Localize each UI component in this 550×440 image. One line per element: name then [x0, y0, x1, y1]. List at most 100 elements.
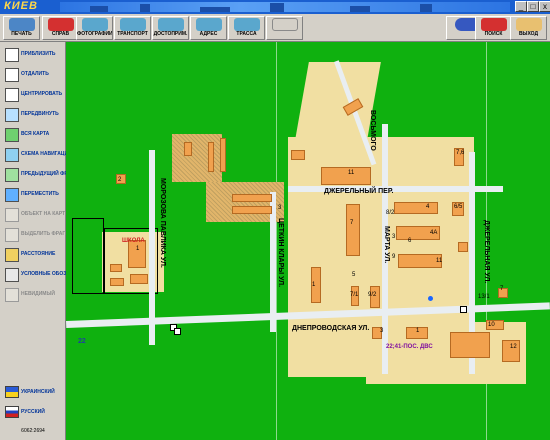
help-button[interactable]: СПРАВ: [42, 16, 79, 40]
bus-icon: [119, 18, 146, 31]
zoom-in-icon: [5, 48, 19, 62]
zoom-in-button[interactable]: ПРИБЛИЗИТЬ: [3, 46, 63, 65]
invisible-button[interactable]: НЕВИДИМЫЙ: [3, 286, 63, 305]
building: [208, 142, 214, 172]
bus-stop-icon[interactable]: [460, 306, 467, 313]
bus-stop-icon[interactable]: [174, 328, 181, 335]
building: [184, 142, 192, 156]
ukraine-flag-icon: [5, 386, 19, 398]
house-number: 3: [380, 328, 384, 334]
house-number: 7/1: [350, 292, 359, 298]
house-number: 6/5: [454, 204, 463, 210]
app-logo: КИЕВ: [4, 0, 38, 12]
building: [291, 150, 305, 160]
city-skyline-banner: [60, 2, 510, 12]
house-number: 2: [118, 177, 122, 183]
move-icon: [5, 108, 19, 122]
transport-button[interactable]: ТРАНСПОРТ: [114, 16, 151, 40]
title-bar: КИЕВ _ □ x: [0, 0, 550, 14]
select-icon: [5, 228, 19, 242]
building: [394, 202, 438, 214]
door-icon: [515, 18, 542, 31]
road-morozova: [149, 150, 155, 345]
navigation-button[interactable]: СХЕМА НАВИГАЦИИ: [3, 146, 72, 165]
whole-map-icon: [5, 128, 19, 142]
street-label-dzherelny: ДЖЕРЕЛЬНЫЙ ПЕР.: [324, 188, 394, 195]
house-number: 6: [408, 238, 412, 244]
move-button[interactable]: ПЕРЕДВИНУТЬ: [3, 106, 63, 125]
building: [450, 332, 490, 358]
house-number: 3: [392, 234, 396, 240]
search-button[interactable]: ПОИСК: [475, 16, 512, 40]
route-button[interactable]: ТРАССА: [228, 16, 265, 40]
building: [110, 278, 124, 286]
print-button[interactable]: ПЕЧАТЬ: [3, 16, 40, 40]
russian-language-button[interactable]: РУССКИЙ: [3, 404, 63, 422]
sights-button[interactable]: ДОСТОПРИМ.: [152, 16, 189, 40]
printer-icon: [8, 18, 35, 31]
house-number: 7,6: [456, 150, 465, 156]
object-icon: [5, 208, 19, 222]
pencil-icon: [271, 18, 298, 31]
house-number: 9: [392, 254, 396, 260]
edit-button[interactable]: [266, 16, 303, 40]
route-icon: [233, 18, 260, 31]
house-number: 11: [436, 258, 443, 264]
house-number: 7: [500, 286, 504, 292]
whole-map-button[interactable]: ВСЯ КАРТА: [3, 126, 63, 145]
zoom-out-icon: [5, 68, 19, 82]
school-label: ШКОЛА: [122, 238, 145, 244]
street-label-dzherelnaya: ДЖЕРЕЛЬНАЯ УЛ.: [483, 220, 490, 284]
building: [110, 264, 122, 272]
house-number: 5: [352, 272, 356, 278]
object-on-map-button[interactable]: ОБЪЕКТ НА КАРТЕ: [3, 206, 69, 225]
street-label-marta: МАРТА УЛ.: [383, 226, 390, 264]
house-number: 13/1: [478, 294, 490, 300]
street-label-klary: ЦЕТКИН КЛАРЫ УЛ.: [277, 218, 284, 288]
address-button[interactable]: АДРЕС: [190, 16, 227, 40]
house-number: 10: [488, 322, 495, 328]
relocate-icon: [5, 188, 19, 202]
house-number: 1: [136, 246, 140, 252]
landmark-icon: [157, 18, 184, 31]
close-button[interactable]: x: [539, 1, 550, 12]
point-marker-icon[interactable]: [428, 296, 433, 301]
route-number-label: 22: [78, 338, 86, 345]
building: [232, 206, 272, 214]
map-view[interactable]: 2 1 3 11 7 8/2 4 4А 3 6 9 11 6/5 7,6 1 7…: [66, 42, 550, 440]
center-button[interactable]: ЦЕНТРИРОВАТЬ: [3, 86, 63, 105]
distance-icon: [5, 248, 19, 262]
house-number: 8/2: [386, 210, 395, 216]
toolbar: ПЕЧАТЬ СПРАВ ФОТОГРАФИИ ТРАНСПОРТ ДОСТОП…: [0, 14, 550, 42]
house-number: 1: [416, 328, 420, 334]
minimize-button[interactable]: _: [515, 1, 527, 12]
tool-sidebar: ПРИБЛИЗИТЬ ОТДАЛИТЬ ЦЕНТРИРОВАТЬ ПЕРЕДВИ…: [0, 42, 91, 440]
house-number: 4: [426, 204, 430, 210]
house-number: 11: [348, 170, 355, 176]
invisible-icon: [5, 288, 19, 302]
ukrainian-language-button[interactable]: УКРАИНСКИЙ: [3, 384, 63, 402]
previous-fragment-button[interactable]: ПРЕДЫДУЩИЙ ФРАГМЕНТ: [3, 166, 88, 185]
russia-flag-icon: [5, 406, 19, 418]
house-number: 1: [312, 282, 316, 288]
legend-button[interactable]: УСЛОВНЫЕ ОБОЗНАЧЕНИЯ: [3, 266, 91, 285]
center-icon: [5, 88, 19, 102]
house-number: 4А: [430, 230, 438, 236]
distance-button[interactable]: РАССТОЯНИЕ: [3, 246, 63, 265]
coordinates-readout: 6062:2694: [21, 428, 45, 434]
allotment-area: [172, 134, 222, 182]
building: [346, 204, 360, 256]
photo-icon: [81, 18, 108, 31]
select-fragment-button[interactable]: ВЫДЕЛИТЬ ФРАГМЕНТ: [3, 226, 79, 245]
house-number: 12: [510, 344, 517, 350]
street-label-dneprovodskaya: ДНЕПРОВОДСКАЯ УЛ.: [292, 325, 370, 332]
street-label-vosmogo: ВОСЬМОГО: [369, 110, 376, 151]
zoom-out-button[interactable]: ОТДАЛИТЬ: [3, 66, 63, 85]
previous-icon: [5, 168, 19, 182]
photos-button[interactable]: ФОТОГРАФИИ: [76, 16, 113, 40]
building: [130, 274, 148, 284]
relocate-button[interactable]: ПЕРЕМЕСТИТЬ: [3, 186, 63, 205]
maximize-button[interactable]: □: [527, 1, 539, 12]
exit-button[interactable]: ВЫХОД: [510, 16, 547, 40]
building: [232, 194, 272, 202]
